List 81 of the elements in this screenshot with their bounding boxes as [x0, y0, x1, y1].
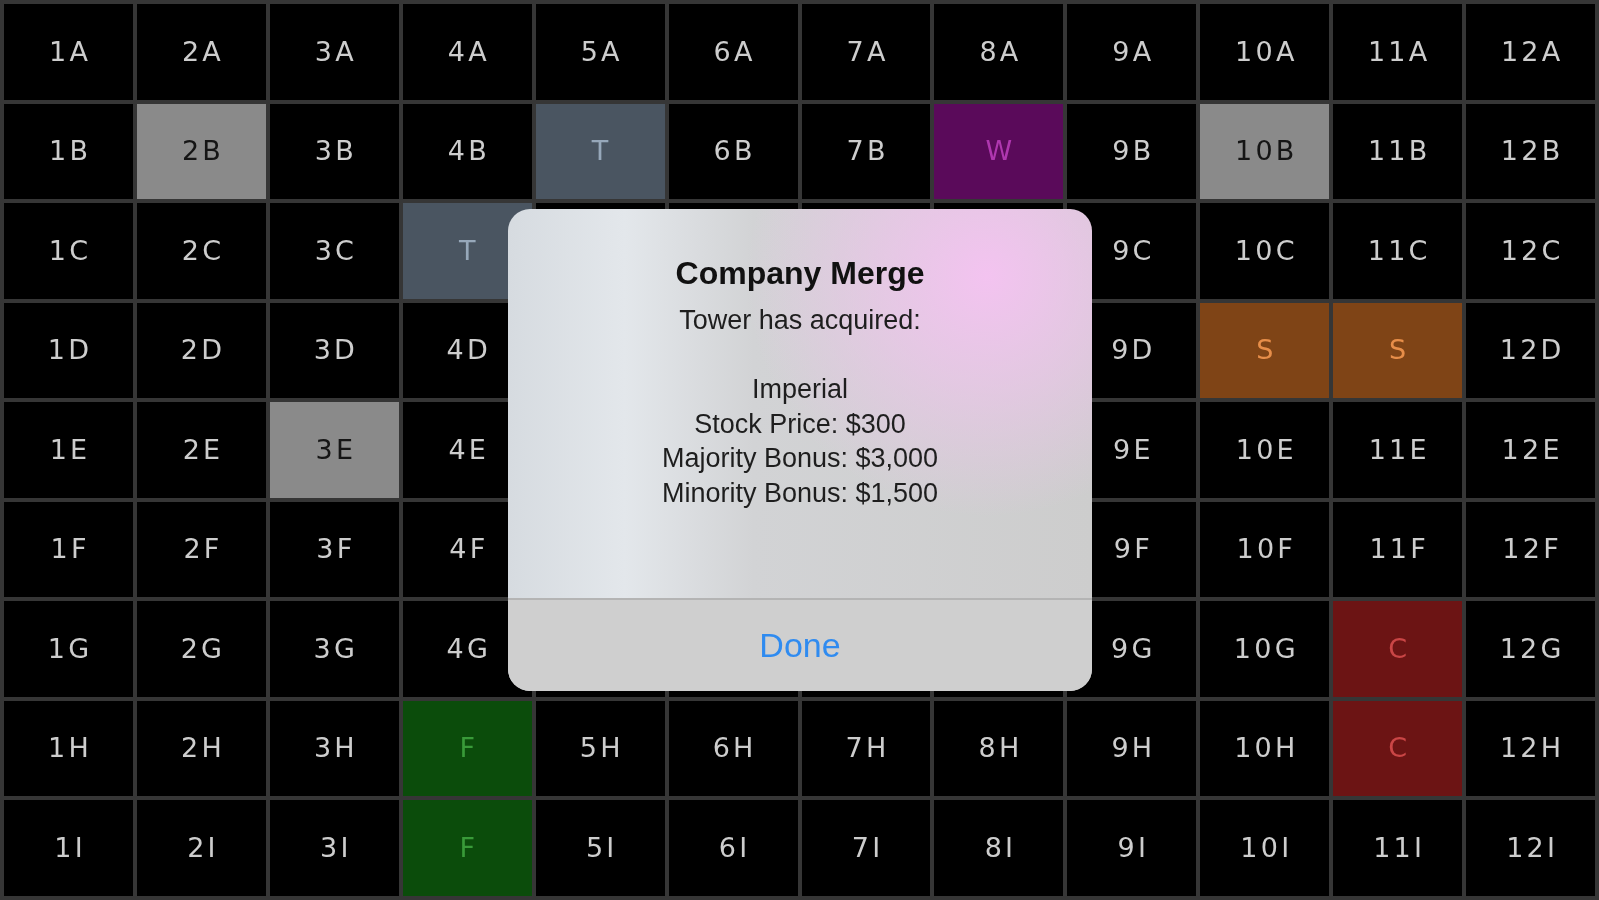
board-tile: 9B — [1067, 103, 1197, 200]
board-tile: 2H — [136, 700, 266, 797]
board-tile: 2F — [136, 501, 266, 598]
alert-title: Company Merge — [675, 254, 925, 292]
alert-message: Tower has acquired: Imperial Stock Price: $300 Majority Bonus: $3,000 Minority Bonus: $1,500 — [661, 304, 939, 510]
board-tile: 11C — [1333, 203, 1463, 299]
board-tile: 6H — [668, 700, 798, 797]
board-tile: 11I — [1333, 800, 1463, 896]
board-tile: 7H — [801, 700, 931, 797]
board-tile: 10I — [1200, 800, 1330, 896]
board-tile: 6B — [668, 103, 798, 200]
board-tile: 8A — [934, 4, 1064, 100]
board-tile: 10E — [1200, 402, 1330, 498]
board-tile: 12F — [1466, 501, 1595, 598]
board-tile: 8H — [934, 700, 1064, 797]
board-tile: W — [934, 103, 1064, 200]
board-tile: 12G — [1466, 601, 1595, 697]
board-tile: 11E — [1333, 402, 1463, 498]
board-tile: 1I — [4, 800, 133, 896]
board-tile: 5H — [535, 700, 665, 797]
board-tile: 12I — [1466, 800, 1595, 896]
done-button[interactable]: Done — [508, 600, 1092, 691]
board-tile: 3D — [269, 302, 399, 399]
board-tile: 10A — [1200, 4, 1330, 100]
board-tile: 12A — [1466, 4, 1595, 100]
board-tile: 9I — [1067, 800, 1197, 896]
board-tile: 5A — [535, 4, 665, 100]
board-tile: C — [1333, 601, 1463, 697]
board-tile: 1A — [4, 4, 133, 100]
board-tile: 3A — [269, 4, 399, 100]
board-tile: 3C — [269, 203, 399, 299]
board-tile: 3B — [269, 103, 399, 200]
board-tile: 6A — [668, 4, 798, 100]
board-tile: 10F — [1200, 501, 1330, 598]
board-tile: 12D — [1466, 302, 1595, 399]
board-tile: 10C — [1200, 203, 1330, 299]
board-tile: 4A — [402, 4, 532, 100]
board-tile: C — [1333, 700, 1463, 797]
board-tile: 2C — [136, 203, 266, 299]
board-tile: 10B — [1200, 103, 1330, 200]
board-tile: 7B — [801, 103, 931, 200]
board-tile: 8I — [934, 800, 1064, 896]
board-tile: 1F — [4, 501, 133, 598]
board-tile: 3G — [269, 601, 399, 697]
board-tile: 6I — [668, 800, 798, 896]
board-tile: 1G — [4, 601, 133, 697]
board-tile: 7I — [801, 800, 931, 896]
board-tile: 9A — [1067, 4, 1197, 100]
board-tile: 3I — [269, 800, 399, 896]
board-tile: 3F — [269, 501, 399, 598]
board-tile: T — [535, 103, 665, 200]
board-tile: 11A — [1333, 4, 1463, 100]
board-tile: 2G — [136, 601, 266, 697]
board-tile: 12E — [1466, 402, 1595, 498]
board-tile: S — [1333, 302, 1463, 399]
board-tile: 1H — [4, 700, 133, 797]
board-tile: 1C — [4, 203, 133, 299]
board-tile: 9H — [1067, 700, 1197, 797]
board-tile: 2E — [136, 402, 266, 498]
board-tile: 2D — [136, 302, 266, 399]
board-tile: 12C — [1466, 203, 1595, 299]
board-tile: 3H — [269, 700, 399, 797]
board-tile: 2I — [136, 800, 266, 896]
board-tile: 5I — [535, 800, 665, 896]
board-tile: 10G — [1200, 601, 1330, 697]
board-tile: 2A — [136, 4, 266, 100]
board-tile: 7A — [801, 4, 931, 100]
board-tile: 12B — [1466, 103, 1595, 200]
board-tile: 12H — [1466, 700, 1595, 797]
board-tile: F — [402, 700, 532, 797]
board-tile: 11F — [1333, 501, 1463, 598]
board-tile: S — [1200, 302, 1330, 399]
board-tile: 10H — [1200, 700, 1330, 797]
board-tile: 4B — [402, 103, 532, 200]
board-tile: 3E — [269, 402, 399, 498]
board-tile: 1E — [4, 402, 133, 498]
board-tile: 11B — [1333, 103, 1463, 200]
board-tile: 1B — [4, 103, 133, 200]
board-tile: F — [402, 800, 532, 896]
board-tile: 2B — [136, 103, 266, 200]
board-tile: 1D — [4, 302, 133, 399]
